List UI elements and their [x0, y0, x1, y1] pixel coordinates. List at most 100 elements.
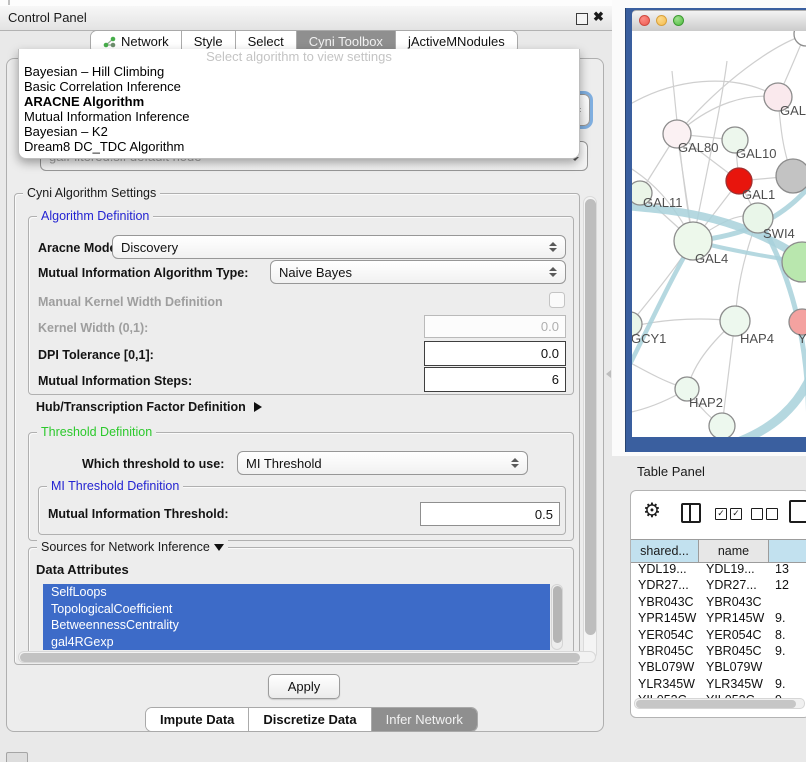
table-cell: YBR045C [699, 643, 769, 659]
settings-vertical-scrollbar-thumb[interactable] [585, 199, 596, 635]
node-label-swi4: SWI4 [763, 226, 795, 241]
bottom-tab-infer-network[interactable]: Infer Network [371, 708, 477, 731]
column-header-name[interactable]: name [699, 540, 769, 562]
attribute-list-item[interactable]: TopologicalCoefficient [43, 601, 550, 618]
document-icon[interactable] [789, 500, 806, 523]
expand-right-icon [254, 402, 262, 412]
table-panel-box: ⚙ ✓ ✓ shared...name YDL19...YDL19...13YD… [630, 490, 806, 718]
table-row[interactable]: YBR045CYBR045C9. [631, 643, 806, 659]
checked-box-icon[interactable]: ✓ [730, 508, 742, 520]
dropdown-item-aracne-algorithm[interactable]: ARACNE Algorithm [19, 94, 579, 109]
table-cell [769, 594, 806, 610]
column-header-3[interactable] [769, 540, 806, 562]
window-minimize-traffic-light[interactable] [656, 15, 667, 26]
table-row[interactable]: YBR043CYBR043C [631, 594, 806, 610]
dropdown-item-mutual-information-inference[interactable]: Mutual Information Inference [19, 109, 579, 124]
attribute-list-item[interactable]: BetweennessCentrality [43, 617, 550, 634]
dpi-tolerance-label: DPI Tolerance [0,1]: [38, 348, 154, 362]
table-row[interactable]: YDR27...YDR27...12 [631, 577, 806, 593]
table-row[interactable]: YPR145WYPR145W9. [631, 610, 806, 626]
checked-box-icon[interactable]: ✓ [715, 508, 727, 520]
table-cell: YPR145W [631, 610, 699, 626]
sources-legend-text: Sources for Network Inference [41, 540, 210, 554]
node-bottom-node[interactable] [709, 413, 735, 437]
window-zoom-traffic-light[interactable] [673, 15, 684, 26]
table-cell: YDR27... [631, 577, 699, 593]
network-canvas[interactable]: GAL7GAL80GAL10GAL1GAL11SWI4GAL4GCY1HAP4Y… [632, 31, 806, 437]
bottom-tab-discretize-data[interactable]: Discretize Data [248, 708, 370, 731]
attributes-vertical-scrollbar-thumb[interactable] [553, 586, 562, 643]
bottom-tab-bar: Impute DataDiscretize DataInfer Network [145, 707, 478, 732]
table-row[interactable]: YER054CYER054C8. [631, 627, 806, 643]
split-panes-icon[interactable] [681, 503, 701, 523]
hub-definition-label: Hub/Transcription Factor Definition [36, 400, 246, 414]
application-root: Control Panel ✖ NetworkStyleSelectCyni T… [0, 0, 806, 762]
mi-threshold-input[interactable]: 0.5 [420, 502, 560, 526]
close-icon[interactable]: ✖ [593, 9, 604, 25]
mi-threshold-legend: MI Threshold Definition [47, 479, 183, 493]
table-row[interactable]: YDL19...YDL19...13 [631, 561, 806, 577]
aracne-mode-label: Aracne Mode: [38, 241, 121, 255]
algorithm-dropdown-popup: Select algorithm to view settings Bayesi… [18, 49, 580, 159]
apply-button[interactable]: Apply [268, 674, 340, 699]
table-horizontal-scrollbar-thumb[interactable] [636, 700, 796, 708]
column-header-shared[interactable]: shared... [631, 540, 699, 562]
table-cell: 13 [769, 561, 806, 577]
node-label-gal7: GAL7 [780, 103, 806, 118]
unchecked-box-icon[interactable] [766, 508, 778, 520]
window-close-traffic-light[interactable] [639, 15, 650, 26]
splitter-collapse-icon[interactable] [606, 370, 611, 378]
node-label-y: Y [798, 331, 806, 346]
dpi-tolerance-input[interactable]: 0.0 [424, 341, 566, 366]
table-cell: YBR043C [631, 594, 699, 610]
mi-algorithm-type-label: Mutual Information Algorithm Type: [38, 266, 248, 280]
network-edge[interactable] [632, 81, 778, 106]
table-cell: YBL079W [631, 659, 699, 675]
attribute-list-item[interactable]: SelfLoops [43, 584, 550, 601]
node-label-gal10: GAL10 [736, 146, 776, 161]
float-window-icon[interactable] [576, 13, 588, 25]
sources-legend[interactable]: Sources for Network Inference [37, 540, 228, 554]
aracne-mode-value: Discovery [121, 240, 178, 255]
aracne-mode-combobox[interactable]: Discovery [112, 235, 566, 259]
network-edge[interactable] [677, 96, 778, 134]
node-top-partial[interactable] [794, 31, 806, 46]
mi-algorithm-type-value: Naive Bayes [279, 265, 352, 280]
table-cell: YLR345W [699, 676, 769, 692]
minimized-panel-button[interactable] [6, 752, 28, 762]
mi-steps-input[interactable]: 6 [424, 367, 566, 392]
node-gray-node[interactable] [776, 159, 806, 193]
network-edge-thick[interactable] [632, 241, 693, 376]
hub-definition-expander[interactable]: Hub/Transcription Factor Definition [36, 400, 262, 414]
table-cell: YDL19... [699, 561, 769, 577]
manual-kernel-width-checkbox[interactable] [549, 292, 565, 308]
table-row[interactable]: YLR345WYLR345W9. [631, 676, 806, 692]
settings-horizontal-scrollbar-thumb[interactable] [20, 653, 580, 662]
algorithm-definition-legend: Algorithm Definition [37, 209, 153, 223]
table-row[interactable]: YBL079WYBL079W [631, 659, 806, 675]
which-threshold-combobox[interactable]: MI Threshold [237, 451, 528, 475]
table-rows: YDL19...YDL19...13YDR27...YDR27...12YBR0… [631, 561, 806, 699]
data-attributes-list: SelfLoopsTopologicalCoefficientBetweenne… [43, 584, 550, 650]
dropdown-item-bayesian-hill-climbing[interactable]: Bayesian – Hill Climbing [19, 64, 579, 79]
table-cell: YER054C [631, 627, 699, 643]
gear-icon[interactable]: ⚙ [643, 498, 661, 523]
table-cell: YBR045C [631, 643, 699, 659]
unchecked-box-icon[interactable] [751, 508, 763, 520]
table-cell: YBR043C [699, 594, 769, 610]
attribute-list-item[interactable]: gal4RGexp [43, 634, 550, 651]
mi-algorithm-type-combobox[interactable]: Naive Bayes [270, 260, 566, 284]
which-threshold-value: MI Threshold [246, 456, 322, 471]
network-edge-thick[interactable] [727, 361, 806, 437]
dropdown-item-bayesian-k2[interactable]: Bayesian – K2 [19, 124, 579, 139]
top-strip-mark [8, 0, 10, 5]
dropdown-item-basic-correlation-inference[interactable]: Basic Correlation Inference [19, 79, 579, 94]
bottom-tab-impute-data[interactable]: Impute Data [146, 708, 248, 731]
stepper-icon [541, 267, 557, 277]
node-label-gcy1: GCY1 [632, 331, 666, 346]
kernel-width-input[interactable]: 0.0 [424, 315, 566, 338]
dropdown-item-dream8-dc-tdc-algorithm[interactable]: Dream8 DC_TDC Algorithm [19, 139, 579, 154]
network-edge[interactable] [722, 321, 735, 426]
threshold-definition-legend: Threshold Definition [37, 425, 156, 439]
manual-kernel-width-label: Manual Kernel Width Definition [38, 295, 223, 309]
